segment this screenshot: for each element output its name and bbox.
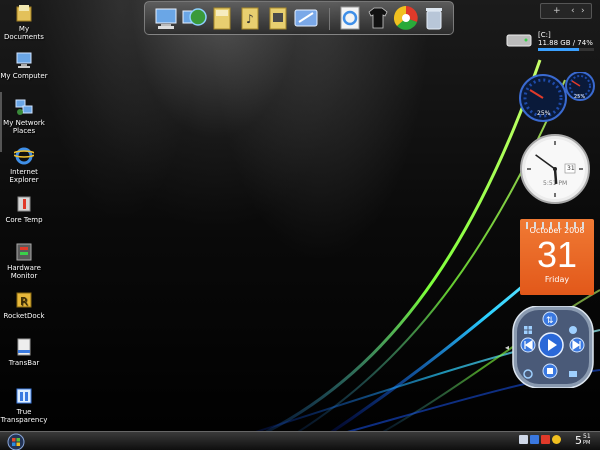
- desktop-icon-label: Hardware Monitor: [7, 264, 41, 280]
- desktop-icon-true-transparency[interactable]: True Transparency: [0, 386, 48, 424]
- windows-logo-icon: [523, 320, 533, 339]
- clock-gadget[interactable]: 31 5:51 PM: [519, 133, 591, 205]
- recycle-bin-icon[interactable]: [421, 5, 447, 31]
- true-transparency-icon: [14, 386, 34, 406]
- network-globe-icon[interactable]: [181, 5, 207, 31]
- folder-icon[interactable]: [209, 5, 235, 31]
- network-tray-icon[interactable]: [530, 435, 539, 444]
- sidebar-prev-button[interactable]: ‹: [571, 5, 575, 17]
- desktop-icon-label: My Computer: [0, 72, 48, 80]
- transbar-icon: [14, 337, 34, 357]
- desktop-icon-rocketdock[interactable]: R RocketDock: [0, 290, 48, 320]
- calendar-day: 31: [536, 234, 578, 275]
- calendar-gadget[interactable]: October 2008 31 Friday: [520, 219, 594, 295]
- stop-button[interactable]: [542, 363, 558, 383]
- svg-text:R: R: [20, 295, 28, 308]
- playlist-icon[interactable]: [568, 364, 578, 383]
- ie-document-icon[interactable]: [337, 5, 363, 31]
- desktop-icon-label: Core Temp: [5, 216, 43, 224]
- calendar-rings: [520, 215, 594, 229]
- clock-time-text: 5:51 PM: [543, 180, 568, 187]
- network-icon: [14, 97, 34, 117]
- repeat-icon[interactable]: [523, 364, 533, 383]
- ie-icon: [12, 146, 36, 166]
- mem-percent: 25%: [574, 94, 586, 100]
- cpu-meter-gadget[interactable]: 25% 25%: [518, 71, 598, 124]
- drive-gadget[interactable]: [C:] 11.88 GB / 74%: [506, 30, 594, 54]
- pictures-folder-icon[interactable]: [265, 5, 291, 31]
- system-tray: [519, 435, 567, 448]
- cpu-percent: 25%: [537, 110, 551, 117]
- dock-separator: [329, 8, 330, 30]
- desktop-icon-label: My Network Places: [3, 119, 45, 135]
- speaker-icon[interactable]: [519, 435, 528, 444]
- drive-usage-bar-fill: [538, 48, 580, 51]
- desktop-icon-transbar[interactable]: TransBar: [0, 337, 48, 367]
- core-temp-icon: [14, 194, 34, 214]
- sidebar-next-button[interactable]: ›: [581, 5, 585, 17]
- calendar-weekday: Friday: [544, 275, 570, 284]
- svg-text:⇅: ⇅: [546, 316, 554, 326]
- drive-name: [C:]: [538, 31, 551, 39]
- sidebar-add-button[interactable]: +: [553, 5, 561, 17]
- rocketdock-icon: R: [14, 290, 34, 310]
- taskbar-clock[interactable]: 5 51 PM: [575, 433, 591, 448]
- drive-usage: 11.88 GB / 74%: [538, 39, 593, 47]
- desktop-icon-my-computer[interactable]: My Computer: [0, 50, 48, 80]
- drive-usage-bar: [538, 48, 594, 51]
- smiley-tray-icon[interactable]: [552, 435, 561, 444]
- color-wheel-icon[interactable]: [393, 5, 419, 31]
- desktop-icon-label: TransBar: [8, 359, 40, 367]
- tshirt-icon[interactable]: [365, 5, 391, 31]
- svg-text:♪: ♪: [246, 12, 254, 26]
- shuffle-button[interactable]: ⇅: [542, 311, 558, 331]
- desktop-icon-my-network-places[interactable]: My Network Places: [0, 97, 48, 135]
- rocket-dock: ♪: [144, 1, 454, 35]
- hardware-monitor-icon: [14, 242, 34, 262]
- desktop-icon-label: Internet Explorer: [9, 168, 39, 184]
- volume-icon[interactable]: [568, 320, 578, 339]
- desktop-icon-my-documents[interactable]: My Documents: [0, 3, 48, 41]
- media-player-gadget: ◂ ⇅: [505, 306, 595, 388]
- computer-icon: [14, 50, 34, 70]
- taskbar-clock-hour: 5: [575, 434, 582, 447]
- desktop-icon-label: True Transparency: [0, 408, 48, 424]
- desktop-icon-label: My Documents: [4, 25, 44, 41]
- folder-icon: [14, 3, 34, 23]
- desktop-icon-core-temp[interactable]: Core Temp: [0, 194, 48, 224]
- previous-track-button[interactable]: [520, 337, 536, 357]
- desktop-icon-hardware-monitor[interactable]: Hardware Monitor: [0, 242, 48, 280]
- desktop-icon-internet-explorer[interactable]: Internet Explorer: [0, 146, 48, 184]
- start-button[interactable]: [5, 432, 27, 450]
- taskbar-clock-ampm: PM: [583, 440, 591, 446]
- taskbar: 5 51 PM: [0, 431, 600, 450]
- next-track-button[interactable]: [569, 337, 585, 357]
- my-computer-icon[interactable]: [153, 5, 179, 31]
- security-tray-icon[interactable]: [541, 435, 550, 444]
- taskbar-clock-minutes: 51: [583, 433, 591, 440]
- desktop-icon-label: RocketDock: [3, 312, 45, 320]
- music-folder-icon[interactable]: ♪: [237, 5, 263, 31]
- clock-date: 31: [567, 165, 575, 172]
- sidebar-controls: + ‹ ›: [540, 3, 592, 19]
- desktop-shortcut-icon[interactable]: [293, 5, 319, 31]
- svg-text:◂: ◂: [505, 343, 509, 352]
- play-button[interactable]: [538, 332, 564, 362]
- hard-drive-icon: [506, 32, 532, 48]
